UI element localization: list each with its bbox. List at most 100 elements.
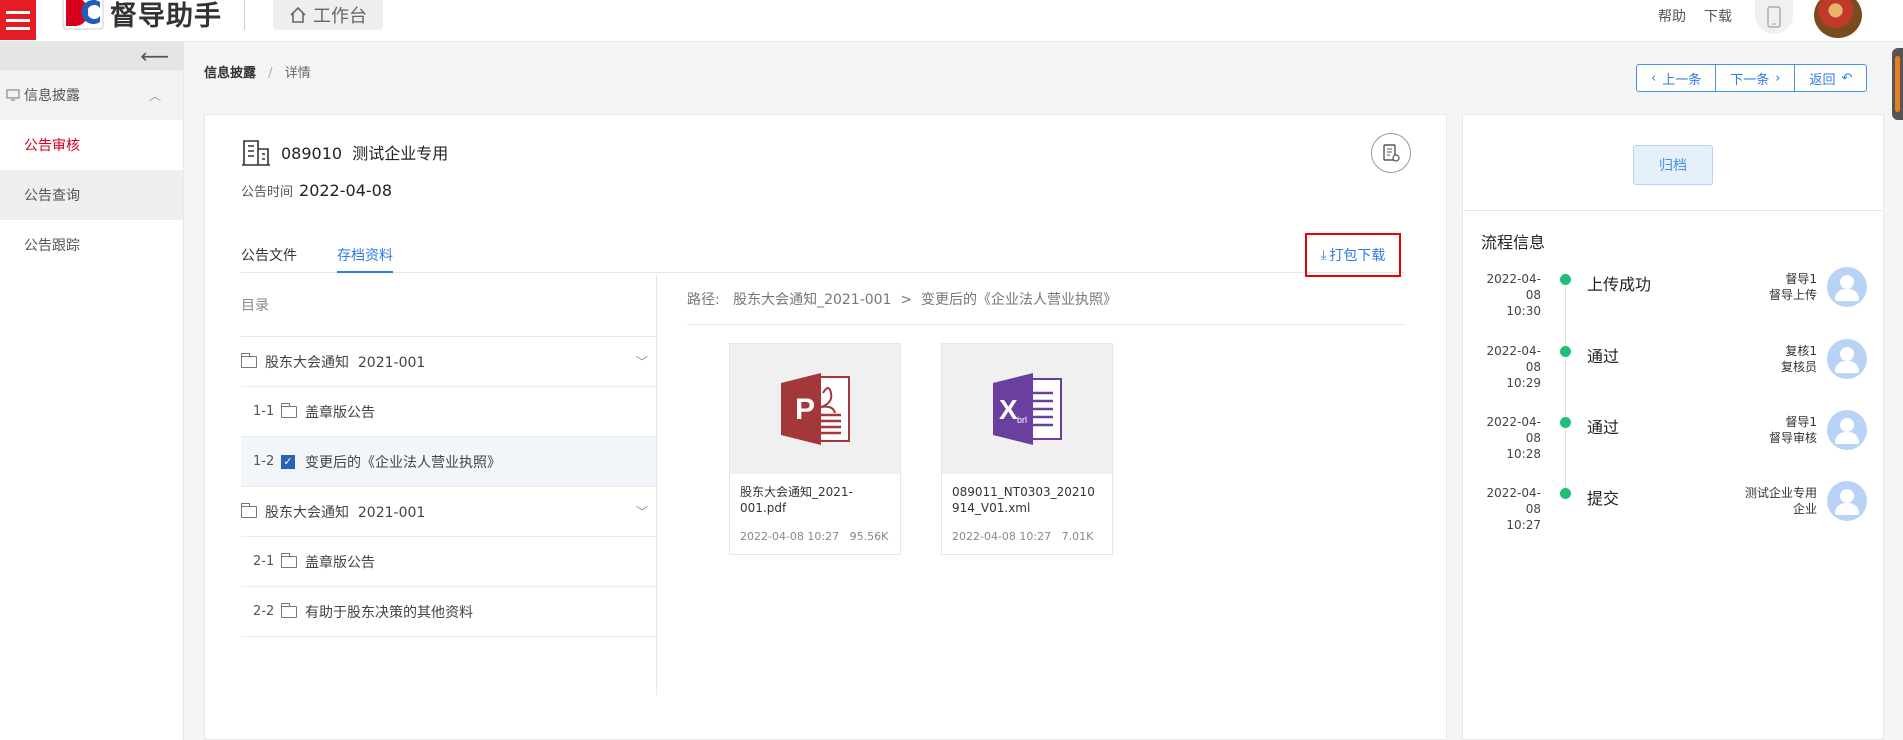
side-drawer-handle[interactable] [1892,48,1903,120]
file-card[interactable]: X brl 089011_NT0303_20210914_V01.xml 202… [941,343,1113,555]
tree-item-label: 盖章版公告 [305,554,375,571]
publish-time: 公告时间 2022-04-08 [241,181,392,200]
timeline-user: 督导1 督导上传 [1769,271,1817,303]
tree-item-number: 2-2 [253,604,275,619]
detail-panel: 089010 测试企业专用 公告时间 2022-04-08 公告文件 存档资料 ⤓… [204,114,1447,740]
tab-bar: 公告文件 存档资料 [241,245,1405,273]
user-avatar-icon [1827,267,1867,307]
tree-item-row[interactable]: 2-2 有助于股东决策的其他资料 [241,587,656,637]
timeline-status: 通过 [1587,347,1620,366]
archive-button[interactable]: 归档 [1633,145,1713,185]
folder-open-icon [241,502,257,518]
tab-announcement-files[interactable]: 公告文件 [241,245,297,273]
document-gear-icon [1383,144,1400,162]
workbench-label: 工作台 [313,6,367,27]
tree-item-label: 盖章版公告 [305,404,375,421]
user-avatar-icon [1827,410,1867,450]
mobile-button[interactable] [1755,0,1793,34]
breadcrumb-root[interactable]: 信息披露 [204,66,256,81]
tree-item-number: 1-1 [253,404,275,419]
timeline-user-role: 企业 [1792,502,1817,516]
timeline-user-name: 测试企业专用 [1744,486,1817,500]
file-path: 路径: 股东大会通知_2021-001 > 变更后的《企业法人营业执照》 [687,289,1405,325]
top-bar: 督导助手 工作台 帮助 下载 [0,0,1903,42]
chevron-left-icon: ‹ [1651,70,1657,86]
chevron-down-icon: ﹀ [635,355,648,369]
back-button[interactable]: 返回 ↶ [1795,65,1866,91]
sidebar-item-announcement-review[interactable]: 公告审核 [0,120,183,170]
menu-toggle-button[interactable] [0,0,36,40]
tree-item-row[interactable]: 1-2 ✓ 变更后的《企业法人营业执照》 [241,437,656,487]
monitor-icon [6,89,20,101]
header-divider [244,0,245,30]
sidebar-item-announcement-query[interactable]: 公告查询 [0,170,183,220]
tree-group-label: 股东大会通知 2021-001 [265,504,426,521]
user-avatar[interactable] [1814,0,1862,38]
tree-group-label: 股东大会通知 2021-001 [265,354,426,371]
help-link[interactable]: 帮助 [1658,6,1686,26]
timeline-status: 上传成功 [1587,275,1652,294]
user-avatar-icon [1827,481,1867,521]
status-dot [1560,346,1571,357]
folder-icon [281,402,297,418]
tree-group-row[interactable]: 股东大会通知 2021-001 ﹀ [241,487,656,537]
timeline-item: 2022-04-08 10:29 通过 复核1 复核员 [1463,339,1883,403]
timeline-date-time: 10:28 [1506,447,1541,461]
tab-archive-materials[interactable]: 存档资料 [337,245,393,273]
timeline-user-name: 督导1 [1785,272,1817,286]
xml-icon: X brl [993,373,1062,445]
chevron-up-icon: ︿ [148,88,161,103]
tree-group-row[interactable]: 股东大会通知 2021-001 ﹀ [241,337,656,387]
file-card[interactable]: P 股东大会通知_2021-001.pdf 2022-04-08 10:27 9… [729,343,901,555]
directory-header: 目录 [241,275,656,337]
next-label: 下一条 [1730,72,1770,88]
timeline-user: 测试企业专用企业 [1745,485,1817,517]
pack-download-button[interactable]: ⤓ 打包下载 [1305,233,1401,277]
publish-time-label: 公告时间 [241,185,294,200]
timeline-item: 2022-04-08 10:30 上传成功 督导1 督导上传 [1463,267,1883,331]
back-label: 返回 [1809,72,1836,88]
sidebar: ⟵ 信息披露 ︿ 公告审核 公告查询 公告跟踪 [0,42,184,740]
pack-download-label: 打包下载 [1329,248,1386,264]
svg-text:brl: brl [1017,415,1027,425]
directory-tree: 目录 股东大会通知 2021-001 ﹀ 1-1 盖章版公告 1-2 ✓ 变更后… [241,275,657,695]
sidebar-group-label: 信息披露 [24,88,80,104]
document-settings-button[interactable] [1371,133,1411,173]
next-button[interactable]: 下一条 › [1716,65,1796,91]
panel-divider [1463,210,1883,211]
file-thumbnail: X brl [942,344,1112,474]
folder-icon [281,552,297,568]
tree-item-row[interactable]: 1-1 盖章版公告 [241,387,656,437]
svg-text:X: X [999,394,1018,425]
checkbox-checked-icon[interactable]: ✓ [281,454,295,469]
tree-item-number: 1-2 [253,454,275,469]
folder-icon [281,602,297,618]
timeline-status: 通过 [1587,418,1620,437]
download-link[interactable]: 下载 [1704,6,1732,26]
home-icon [290,6,306,23]
timeline-user-role: 督导上传 [1768,288,1817,302]
tree-item-label: 变更后的《企业法人营业执照》 [305,454,501,471]
file-name: 089011_NT0303_20210914_V01.xml [952,485,1095,515]
publish-time-value: 2022-04-08 [299,181,392,200]
timeline-date-time: 10:30 [1506,304,1541,318]
sidebar-group-info-disclosure[interactable]: 信息披露 ︿ [0,70,183,120]
breadcrumb-separator: / [268,66,273,81]
status-dot [1560,274,1571,285]
tree-item-row[interactable]: 2-1 盖章版公告 [241,537,656,587]
phone-icon [1767,6,1781,28]
timeline-date-time: 10:29 [1506,376,1541,390]
company-heading: 089010 测试企业专用 [241,137,448,167]
arrow-left-icon[interactable]: ⟵ [140,44,169,68]
timeline-item: 2022-04-08 10:28 通过 督导1 督导审核 [1463,410,1883,474]
file-meta: 2022-04-08 10:27 7.01K [952,530,1094,543]
workbench-button[interactable]: 工作台 [273,0,383,30]
timeline-user-name: 复核1 [1785,344,1817,358]
chevron-down-icon: ﹀ [635,505,648,519]
sidebar-item-announcement-tracking[interactable]: 公告跟踪 [0,220,183,270]
app-logo [62,0,104,30]
undo-icon: ↶ [1841,70,1853,86]
file-name: 股东大会通知_2021-001.pdf [740,485,853,515]
prev-button[interactable]: ‹ 上一条 [1637,65,1717,91]
timeline-status: 提交 [1587,489,1620,508]
